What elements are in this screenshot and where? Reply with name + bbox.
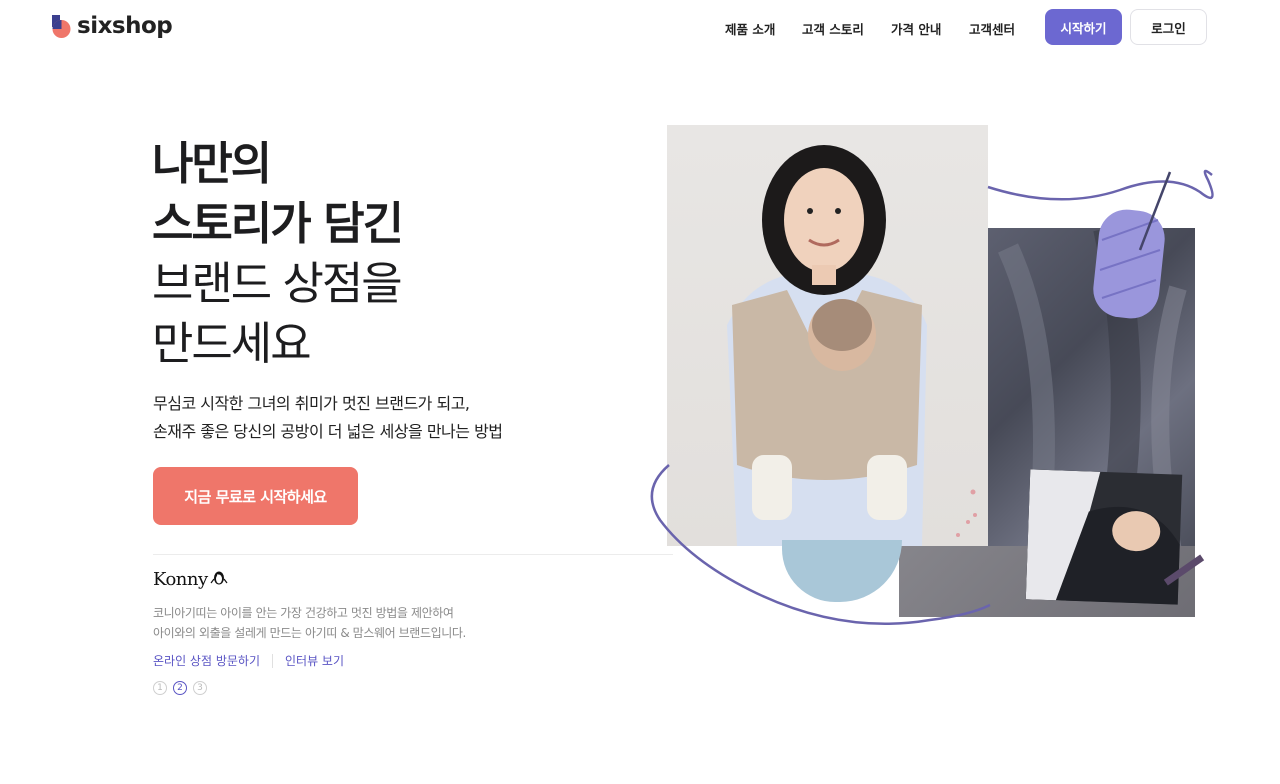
story-links: 온라인 상점 방문하기 인터뷰 보기 [153,652,344,669]
site-header: sixshop 제품 소개 고객 스토리 가격 안내 고객센터 시작하기 로그인 [0,0,1280,56]
nav-product[interactable]: 제품 소개 [725,19,775,38]
brand-description: 코니아기띠는 아이를 안는 가장 건강하고 멋진 방법을 제안하여 아이와의 외… [153,603,466,643]
nav-pricing[interactable]: 가격 안내 [891,19,941,38]
headline-line-2: 스토리가 담긴 [152,197,404,250]
thread-decoration [650,169,1214,625]
subcopy-line-1: 무심코 시작한 그녀의 취미가 멋진 브랜드가 되고, [153,394,470,413]
konny-brand-logo: Konny [153,568,228,590]
brand-name: Konny [153,568,208,590]
page-dot-3[interactable]: 3 [193,681,207,695]
page-dot-2[interactable]: 2 [173,681,187,695]
headline-line-3: 브랜드 상점을 [152,257,403,310]
visit-shop-link[interactable]: 온라인 상점 방문하기 [153,652,260,669]
link-separator [272,653,273,668]
hero-headline: 나만의 스토리가 담긴 브랜드 상점을 만드세요 [152,134,404,374]
brand-description-line-2: 아이와의 외출을 설레게 만드는 아기띠 & 맘스웨어 브랜드입니다. [153,626,466,640]
interview-link[interactable]: 인터뷰 보기 [285,652,344,669]
hero-subcopy: 무심코 시작한 그녀의 취미가 멋진 브랜드가 되고, 손재주 좋은 당신의 공… [153,390,503,446]
sixshop-logo-icon [52,13,71,39]
headline-line-4: 만드세요 [152,317,312,370]
divider [153,554,673,555]
hero-illustration [640,120,1230,640]
nav-support[interactable]: 고객센터 [969,19,1015,38]
free-start-cta-button[interactable]: 지금 무료로 시작하세요 [153,467,358,525]
sixshop-logo[interactable]: sixshop [52,13,173,39]
logo-text: sixshop [77,13,173,39]
story-pager: 1 2 3 [153,681,207,695]
penguin-icon [210,568,228,590]
brand-description-line-1: 코니아기띠는 아이를 안는 가장 건강하고 멋진 방법을 제안하여 [153,606,454,620]
page-dot-1[interactable]: 1 [153,681,167,695]
login-button[interactable]: 로그인 [1130,9,1207,45]
nav-customer-story[interactable]: 고객 스토리 [802,19,864,38]
start-button[interactable]: 시작하기 [1045,9,1122,45]
headline-line-1: 나만의 [152,137,272,190]
subcopy-line-2: 손재주 좋은 당신의 공방이 더 넓은 세상을 만나는 방법 [153,422,503,441]
